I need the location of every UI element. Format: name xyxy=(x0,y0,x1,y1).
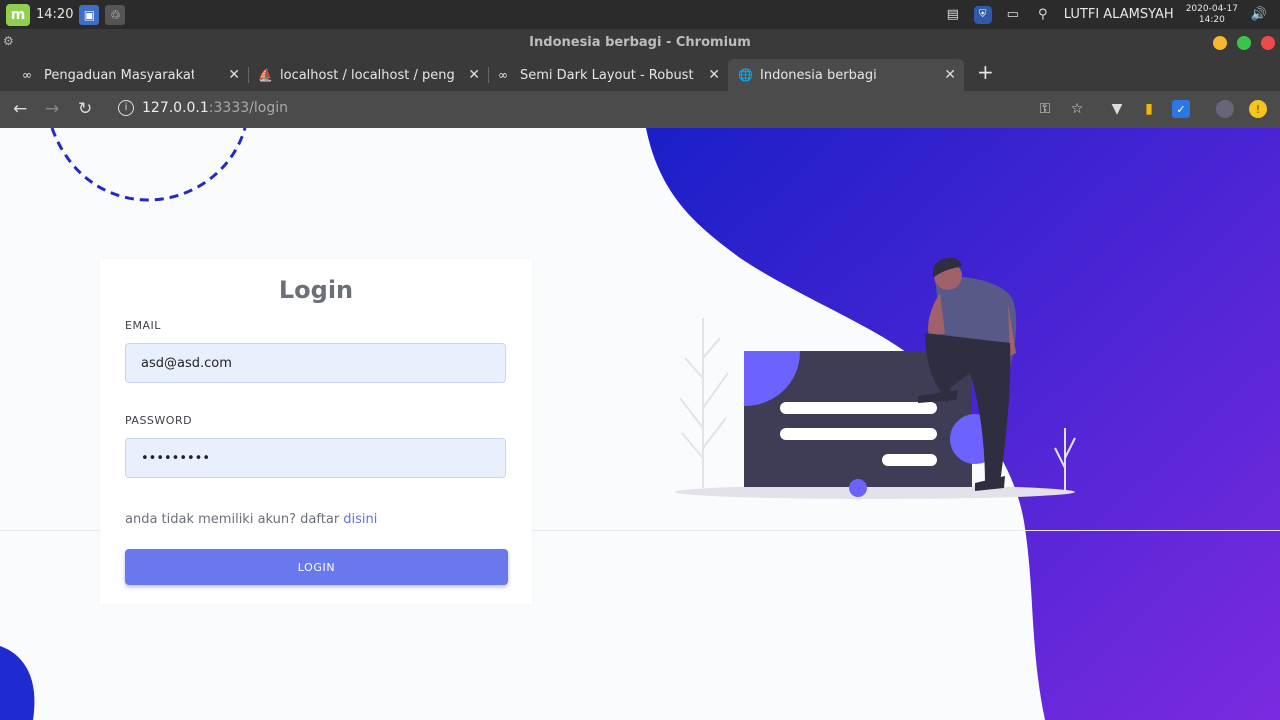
taskbar-datetime[interactable]: 2020-04-17 14:20 xyxy=(1186,4,1238,26)
vue-devtools-icon[interactable]: ▼ xyxy=(1108,100,1126,118)
register-link[interactable]: disini xyxy=(343,512,377,527)
new-tab-button[interactable]: + xyxy=(977,60,994,84)
taskbar-time-small: 14:20 xyxy=(1198,14,1225,25)
url-field[interactable]: 127.0.0.1:3333/login xyxy=(142,100,288,116)
email-label: EMAIL xyxy=(125,319,161,332)
url-host: 127.0.0.1 xyxy=(142,100,209,116)
login-card: Login EMAIL PASSWORD anda tidak memiliki… xyxy=(100,259,532,604)
email-field[interactable] xyxy=(125,343,506,383)
tab-pengaduan[interactable]: ∞ Pengaduan Masyarakat ✕ xyxy=(0,59,248,91)
mint-menu-icon[interactable]: m xyxy=(6,3,30,26)
tab-label: Semi Dark Layout - Robust Fr xyxy=(520,67,695,83)
infinity-icon: ∞ xyxy=(498,68,508,82)
close-icon[interactable]: ✕ xyxy=(944,67,956,83)
register-hint: anda tidak memiliki akun? daftar disini xyxy=(125,512,377,527)
corner-blob xyxy=(0,646,35,720)
window-titlebar: ⚙ Indonesia berbagi - Chromium xyxy=(0,29,1280,57)
url-path: :3333/login xyxy=(208,100,288,116)
phpmyadmin-icon: ⛵ xyxy=(258,68,273,82)
tab-label: localhost / localhost / pengad xyxy=(280,67,455,83)
reload-icon[interactable]: ↻ xyxy=(78,99,92,119)
clipboard-icon[interactable]: ▤ xyxy=(944,6,962,24)
login-title: Login xyxy=(278,276,354,304)
shield-icon[interactable]: ⛨ xyxy=(973,5,992,24)
tab-strip: ∞ Pengaduan Masyarakat ✕ ⛵ localhost / l… xyxy=(0,57,1280,91)
tab-phpmyadmin[interactable]: ⛵ localhost / localhost / pengad ✕ xyxy=(238,59,488,91)
infinity-icon: ∞ xyxy=(22,68,32,82)
location-icon[interactable]: ⚲ xyxy=(1034,6,1052,24)
volume-icon[interactable]: 🔊 xyxy=(1250,6,1268,24)
update-icon[interactable]: ! xyxy=(1249,100,1267,118)
password-field[interactable] xyxy=(125,438,506,478)
extension-icon[interactable]: ✓ xyxy=(1172,100,1190,118)
forward-arrow-icon[interactable]: → xyxy=(45,99,59,119)
tab-indonesia-berbagi[interactable]: 🌐 Indonesia berbagi ✕ xyxy=(728,59,964,91)
page-content: Login EMAIL PASSWORD anda tidak memiliki… xyxy=(0,128,1280,720)
tab-label: Indonesia berbagi xyxy=(760,67,877,83)
display-icon[interactable]: ▭ xyxy=(1004,6,1022,24)
minimize-button[interactable] xyxy=(1213,36,1227,50)
analytics-icon[interactable]: ▮ xyxy=(1140,100,1158,118)
taskbar-clock: 14:20 xyxy=(36,7,74,22)
key-icon[interactable]: ⚿ xyxy=(1036,100,1054,118)
tab-semi-dark-layout[interactable]: ∞ Semi Dark Layout - Robust Fr ✕ xyxy=(478,59,728,91)
globe-icon: 🌐 xyxy=(738,68,753,82)
password-label: PASSWORD xyxy=(125,414,193,427)
maximize-button[interactable] xyxy=(1237,36,1251,50)
system-taskbar: m 14:20 ▣ ♲ ▤ ⛨ ▭ ⚲ LUTFI ALAMSYAH 2020-… xyxy=(0,0,1280,29)
address-toolbar: ← → ↻ i 127.0.0.1:3333/login ⚿ ☆ ▼ ▮ ✓ ! xyxy=(0,91,1280,128)
taskbar-username[interactable]: LUTFI ALAMSYAH xyxy=(1064,7,1174,22)
taskbar-date: 2020-04-17 xyxy=(1185,3,1238,14)
close-icon[interactable]: ✕ xyxy=(708,67,720,83)
close-window-button[interactable] xyxy=(1261,36,1275,50)
login-button[interactable]: LOGIN xyxy=(125,549,508,585)
window-title: Indonesia berbagi - Chromium xyxy=(529,35,751,50)
bookmark-star-icon[interactable]: ☆ xyxy=(1068,100,1086,118)
trash-icon[interactable]: ♲ xyxy=(105,4,126,25)
avatar[interactable] xyxy=(1216,100,1234,118)
back-arrow-icon[interactable]: ← xyxy=(13,99,27,119)
show-desktop-icon[interactable]: ▣ xyxy=(79,4,100,25)
dashed-circle xyxy=(50,128,247,202)
register-hint-text: anda tidak memiliki akun? daftar xyxy=(125,512,344,527)
tab-label: Pengaduan Masyarakat xyxy=(44,67,194,83)
info-icon[interactable]: i xyxy=(118,100,134,116)
